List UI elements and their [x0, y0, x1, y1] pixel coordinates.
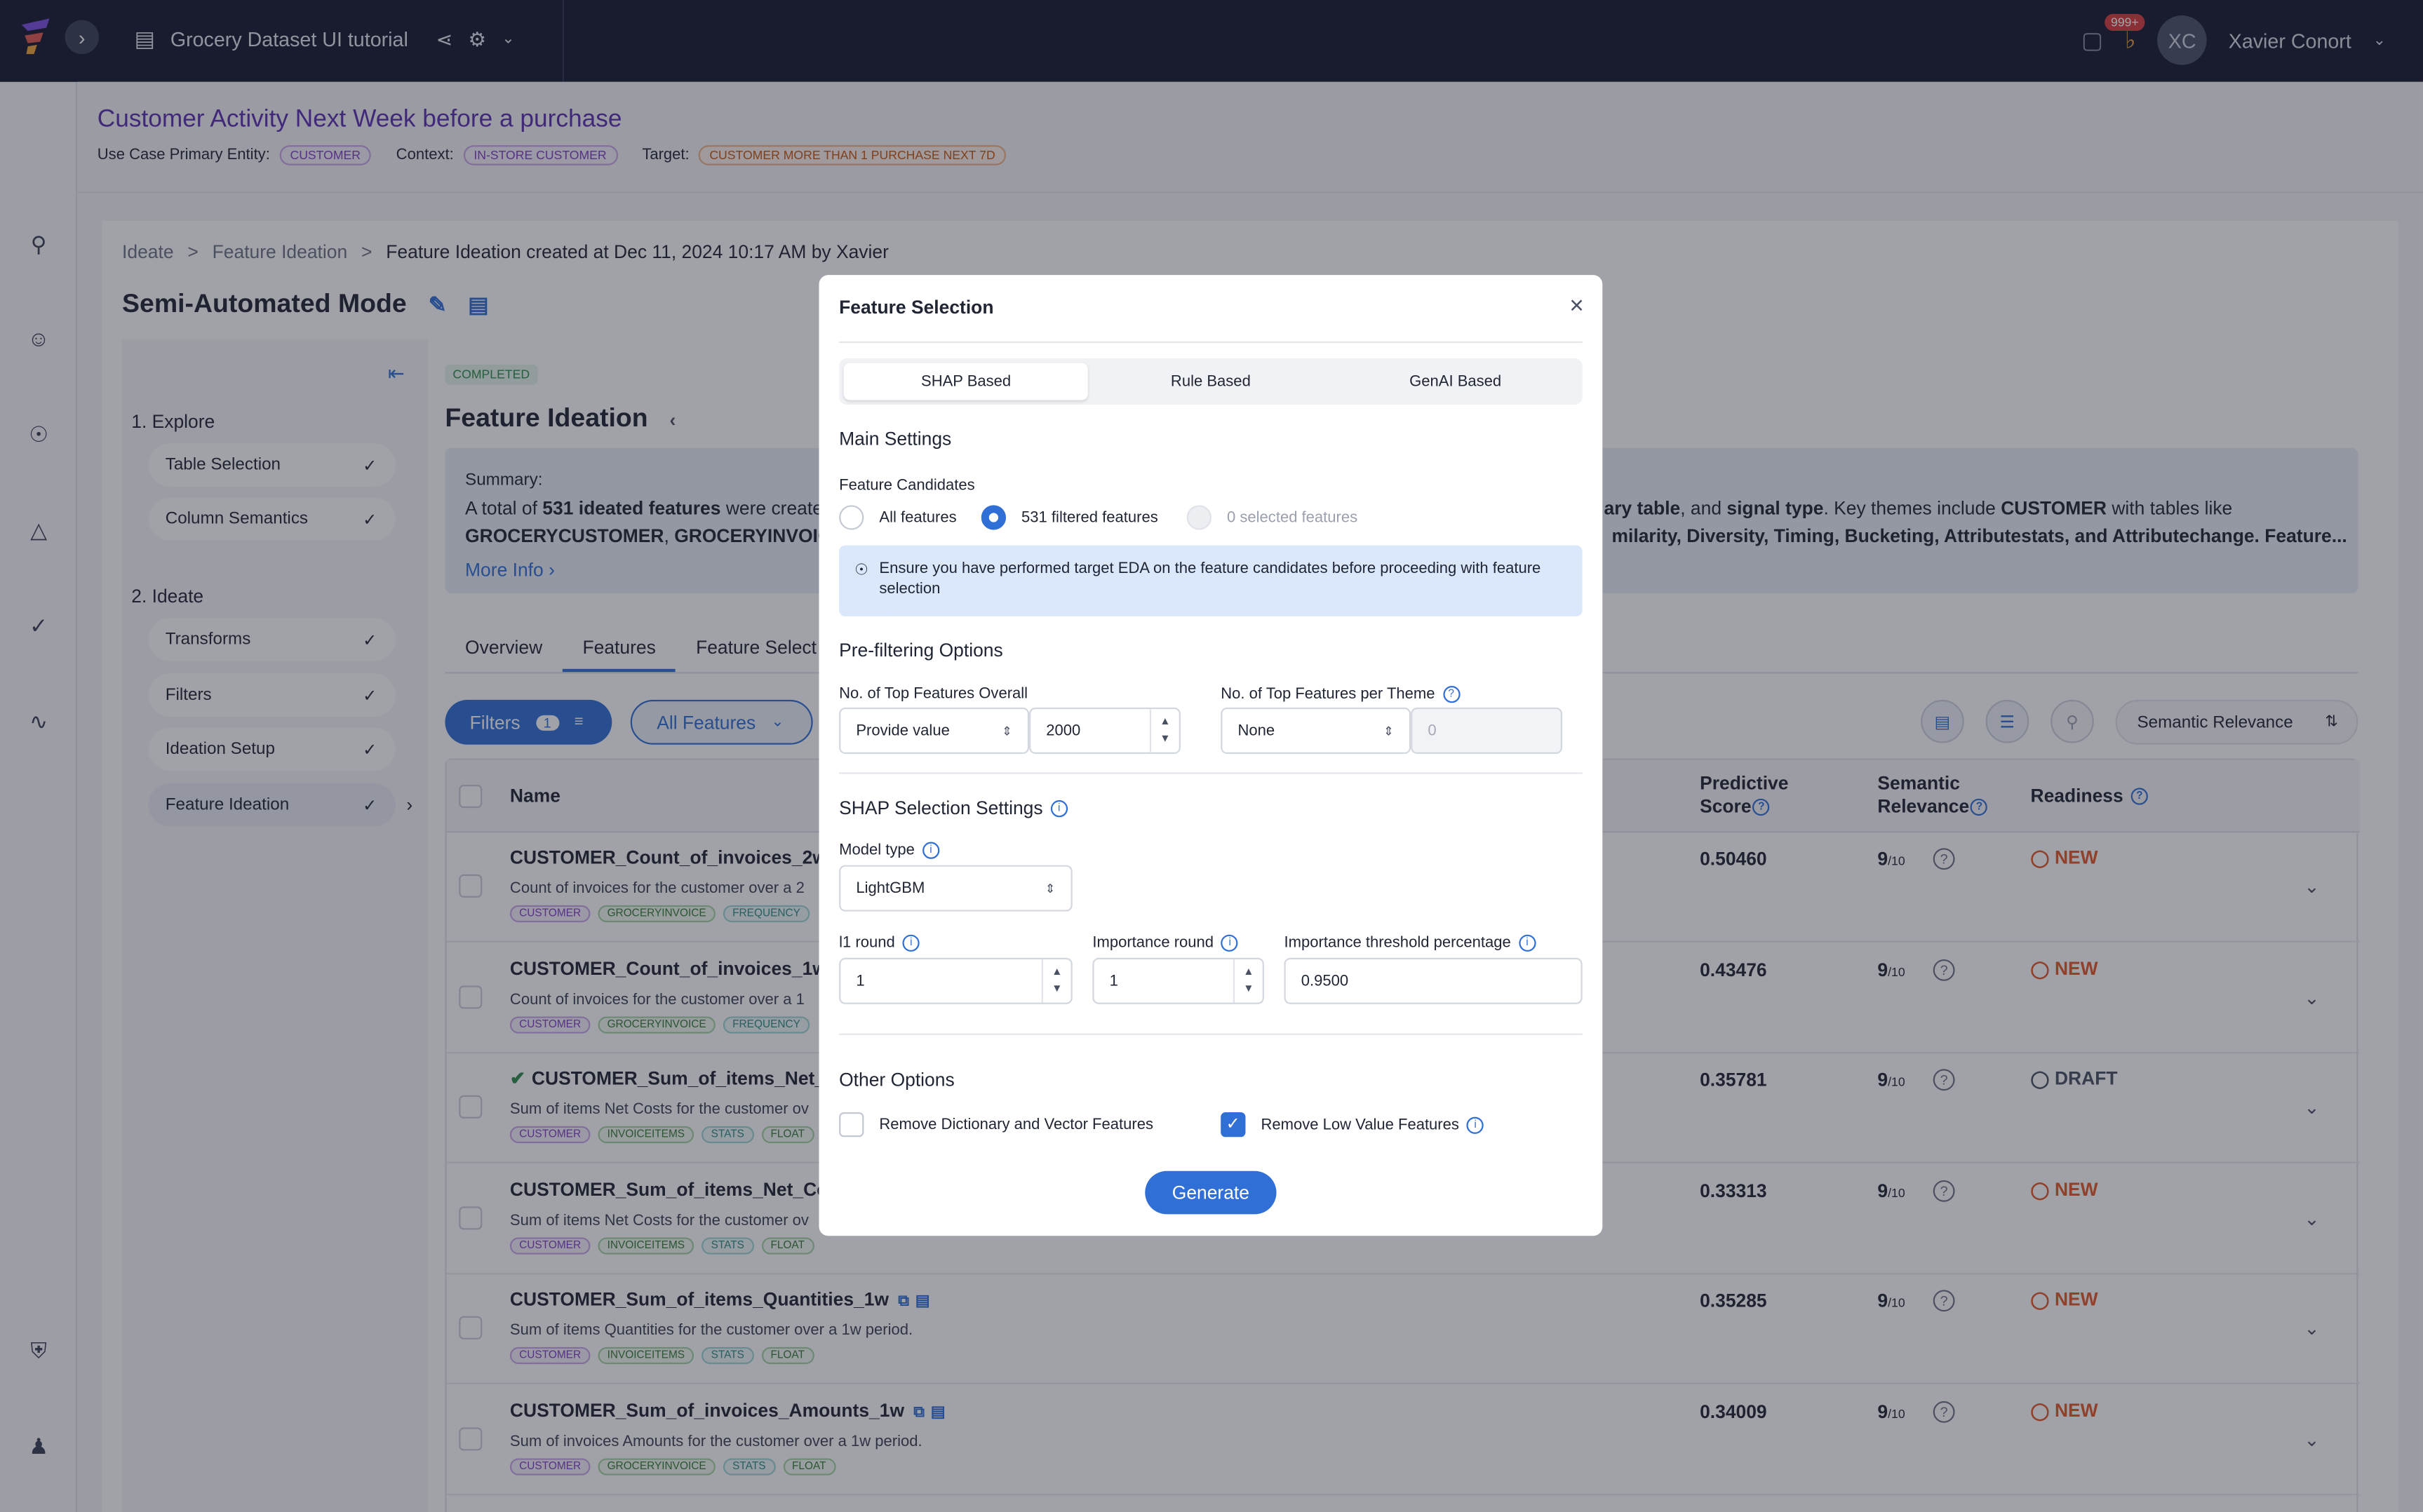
top-overall-mode-select[interactable]: Provide value ⇕	[839, 707, 1030, 754]
model-type-select[interactable]: LightGBM ⇕	[839, 865, 1073, 912]
model-type-text: Model type	[839, 842, 915, 860]
tab-genai-based[interactable]: GenAI Based	[1333, 363, 1578, 400]
remove-low-value-label[interactable]: Remove Low Value Features i	[1261, 1116, 1484, 1135]
stepper[interactable]: ▲ ▼	[1149, 709, 1179, 752]
stepper[interactable]: ▲ ▼	[1041, 959, 1071, 1003]
info-icon[interactable]: i	[1050, 800, 1068, 818]
stepper[interactable]: ▲ ▼	[1233, 959, 1263, 1003]
tab-shap-based[interactable]: SHAP Based	[843, 363, 1089, 400]
remove-low-value-checkbox[interactable]: ✓	[1221, 1112, 1246, 1138]
notice-text: Ensure you have performed target EDA on …	[879, 560, 1541, 598]
info-icon[interactable]: i	[1221, 934, 1239, 952]
close-icon[interactable]: ×	[1569, 294, 1584, 322]
generate-button[interactable]: Generate	[1145, 1170, 1277, 1215]
remove-low-value-text: Remove Low Value Features	[1261, 1116, 1459, 1135]
lightbulb-icon: ☉	[854, 562, 868, 580]
main-settings-heading: Main Settings	[839, 428, 952, 450]
updown-icon: ⇕	[1045, 881, 1056, 896]
remove-dictionary-label[interactable]: Remove Dictionary and Vector Features	[879, 1117, 1153, 1134]
model-type-label: Model type i	[839, 842, 940, 860]
importance-round-text: Importance round	[1092, 935, 1214, 952]
importance-threshold-label: Importance threshold percentage i	[1284, 934, 1536, 952]
info-icon[interactable]: i	[1466, 1116, 1484, 1134]
top-overall-label: No. of Top Features Overall	[839, 686, 1028, 703]
info-icon[interactable]: i	[1518, 934, 1536, 952]
info-icon[interactable]: i	[902, 934, 920, 952]
help-icon[interactable]: ?	[1442, 686, 1460, 703]
prefilter-heading: Pre-filtering Options	[839, 639, 1003, 661]
radio-all-features[interactable]	[839, 505, 864, 530]
input-value: 0	[1428, 722, 1437, 740]
importance-round-label: Importance round i	[1092, 934, 1239, 952]
importance-threshold-input[interactable]: 0.9500	[1284, 957, 1583, 1004]
top-theme-label-text: No. of Top Features per Theme	[1221, 686, 1435, 703]
tab-rule-based[interactable]: Rule Based	[1088, 363, 1333, 400]
input-value: 2000	[1046, 722, 1081, 740]
radio-selected-features	[1186, 505, 1212, 530]
top-overall-input[interactable]: 2000 ▲ ▼	[1029, 707, 1181, 754]
info-icon[interactable]: i	[922, 842, 940, 859]
input-value: 1	[856, 972, 865, 990]
l1-round-input[interactable]: 1 ▲ ▼	[839, 957, 1073, 1004]
selection-method-tabs: SHAP Based Rule Based GenAI Based	[839, 358, 1583, 405]
radio-filtered-features-label[interactable]: 531 filtered features	[1021, 510, 1158, 527]
updown-icon: ⇕	[1002, 724, 1012, 738]
other-options-heading: Other Options	[839, 1069, 955, 1091]
radio-selected-features-label: 0 selected features	[1227, 509, 1358, 527]
top-theme-label: No. of Top Features per Theme?	[1221, 686, 1460, 703]
target-eda-notice: ☉ Ensure you have performed target EDA on…	[839, 545, 1583, 616]
l1-round-text: l1 round	[839, 935, 895, 952]
modal-title: Feature Selection	[839, 296, 994, 318]
select-value: LightGBM	[856, 879, 925, 897]
feature-selection-modal: Feature Selection × SHAP Based Rule Base…	[819, 275, 1603, 1236]
shap-settings-heading: SHAP Selection Settings i	[839, 797, 1068, 819]
importance-round-input[interactable]: 1 ▲ ▼	[1092, 957, 1264, 1004]
remove-dictionary-checkbox[interactable]	[839, 1112, 864, 1138]
radio-filtered-features[interactable]	[981, 505, 1007, 530]
input-value: 1	[1109, 972, 1118, 990]
select-value: None	[1237, 722, 1275, 740]
select-value: Provide value	[856, 722, 950, 740]
feature-candidates-label: Feature Candidates	[839, 477, 975, 494]
top-theme-input: 0	[1411, 707, 1563, 754]
radio-all-features-label[interactable]: All features	[879, 510, 956, 527]
top-theme-mode-select[interactable]: None ⇕	[1221, 707, 1411, 754]
updown-icon: ⇕	[1383, 724, 1394, 738]
shap-settings-text: SHAP Selection Settings	[839, 797, 1043, 819]
input-value: 0.9500	[1301, 972, 1349, 990]
importance-threshold-text: Importance threshold percentage	[1284, 935, 1511, 952]
l1-round-label: l1 round i	[839, 934, 920, 952]
